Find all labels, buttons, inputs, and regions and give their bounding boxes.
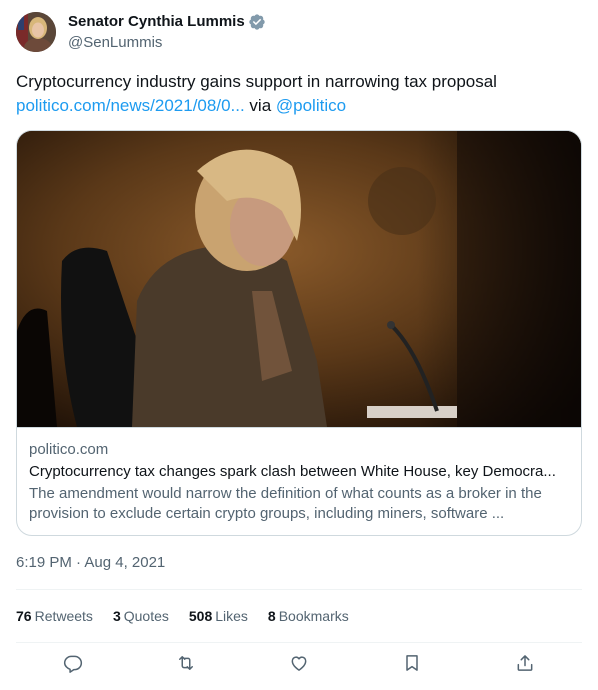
verified-badge-icon xyxy=(248,13,266,31)
retweets-count: 76 xyxy=(16,608,32,624)
bookmarks-count: 8 xyxy=(267,608,276,624)
bookmark-button[interactable] xyxy=(401,652,423,674)
retweet-button[interactable] xyxy=(175,652,197,674)
likes-count: 508 xyxy=(188,608,213,624)
tweet-actions xyxy=(16,652,582,682)
retweet-icon xyxy=(179,656,193,670)
card-domain: politico.com xyxy=(29,441,109,458)
tweet-text: Cryptocurrency industry gains support in… xyxy=(16,70,582,118)
tweet-link[interactable]: politico.com/news/2021/08/0... xyxy=(16,96,245,115)
card-title[interactable]: Cryptocurrency tax changes spark clash b… xyxy=(29,462,571,482)
retweets-stat[interactable]: 76 Retweets xyxy=(16,608,93,624)
link-preview-card[interactable]: politico.com Cryptocurrency tax changes … xyxy=(16,130,582,536)
divider xyxy=(16,642,582,643)
reply-button[interactable] xyxy=(62,652,84,674)
author-display-name[interactable]: Senator Cynthia Lummis xyxy=(68,12,245,32)
like-button[interactable] xyxy=(288,652,310,674)
share-button[interactable] xyxy=(514,652,536,674)
avatar[interactable] xyxy=(16,12,56,52)
likes-label: Likes xyxy=(215,608,248,624)
mention-link[interactable]: @politico xyxy=(276,96,346,115)
tweet-stats: 76 Retweets 3 Quotes 508 Likes 8 Bookmarks xyxy=(16,605,369,627)
bookmarks-stat[interactable]: 8 Bookmarks xyxy=(268,608,349,624)
quotes-stat[interactable]: 3 Quotes xyxy=(113,608,169,624)
reply-icon xyxy=(63,655,83,673)
tweet-body: Cryptocurrency industry gains support in… xyxy=(16,72,497,91)
via-text: via xyxy=(244,96,276,115)
card-body: politico.com Cryptocurrency tax changes … xyxy=(17,427,581,535)
quotes-count: 3 xyxy=(112,608,121,624)
bookmark-icon xyxy=(406,655,418,671)
tweet-header: Senator Cynthia Lummis @SenLummis xyxy=(16,12,582,54)
retweets-label: Retweets xyxy=(34,608,93,624)
bookmarks-label: Bookmarks xyxy=(278,608,349,624)
quotes-label: Quotes xyxy=(123,608,169,624)
tweet-timestamp[interactable]: 6:19 PM · Aug 4, 2021 xyxy=(16,553,165,573)
author-handle[interactable]: @SenLummis xyxy=(68,33,266,53)
card-image[interactable] xyxy=(17,131,581,427)
card-description: The amendment would narrow the definitio… xyxy=(29,485,542,522)
share-icon xyxy=(517,655,533,671)
divider xyxy=(16,589,582,590)
heart-icon xyxy=(291,656,307,671)
likes-stat[interactable]: 508 Likes xyxy=(189,608,248,624)
